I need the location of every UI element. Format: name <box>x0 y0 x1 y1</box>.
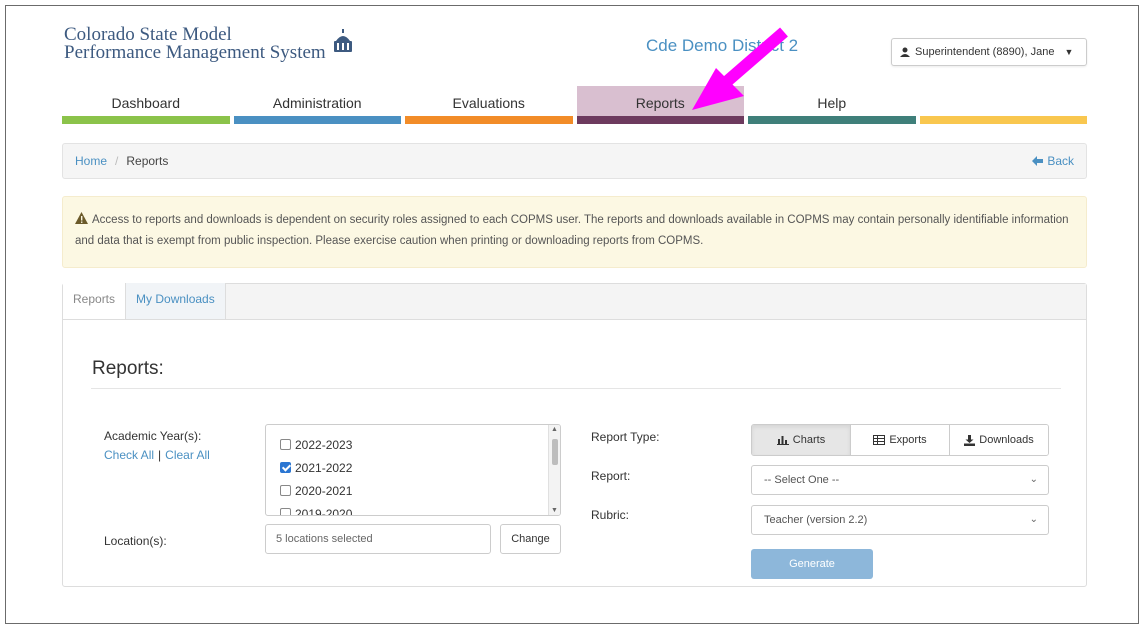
rubric-select[interactable]: Teacher (version 2.2) ⌄ <box>751 505 1049 535</box>
report-select[interactable]: -- Select One -- ⌄ <box>751 465 1049 495</box>
caret-down-icon: ▼ <box>1064 47 1074 57</box>
exports-button[interactable]: Exports <box>851 425 950 455</box>
rubric-select-value: Teacher (version 2.2) <box>764 514 868 526</box>
checkbox[interactable] <box>280 439 291 450</box>
nav-color-bar <box>576 116 744 124</box>
logo-line2: Performance Management System <box>64 42 326 63</box>
report-type-toggle: Charts Exports Downloads <box>751 424 1049 456</box>
table-icon <box>873 435 886 445</box>
back-label: Back <box>1047 154 1074 168</box>
tab-my-downloads[interactable]: My Downloads <box>126 283 226 319</box>
change-location-button[interactable]: Change <box>500 524 561 554</box>
breadcrumb-home-link[interactable]: Home <box>75 154 107 168</box>
divider <box>91 388 1061 389</box>
year-option[interactable]: 2019-2020 <box>280 502 560 516</box>
year-option[interactable]: 2022-2023 <box>280 433 560 456</box>
checkbox[interactable] <box>280 508 291 515</box>
app-frame: Colorado State Model Performance Managem… <box>5 5 1139 624</box>
academic-year-label: Academic Year(s): <box>104 429 202 443</box>
nav-color-bar <box>405 116 573 124</box>
back-link[interactable]: Back <box>1032 154 1074 168</box>
warning-icon <box>75 212 88 224</box>
year-label: 2019-2020 <box>295 506 353 516</box>
nav-administration[interactable]: Administration <box>233 86 401 124</box>
district-name: Cde Demo District 2 <box>646 36 799 55</box>
nav-label: Reports <box>635 95 685 111</box>
capitol-logo-icon <box>334 29 352 52</box>
year-option[interactable]: 2020-2021 <box>280 479 560 502</box>
user-icon <box>900 47 910 57</box>
charts-button[interactable]: Charts <box>752 425 851 455</box>
year-label: 2021-2022 <box>295 460 353 475</box>
nav-label: Dashboard <box>111 95 181 111</box>
nav-label: Evaluations <box>452 95 525 111</box>
nav-dashboard[interactable]: Dashboard <box>62 86 230 124</box>
bar-chart-icon <box>776 436 789 445</box>
breadcrumb: Home / Reports Back <box>62 143 1087 179</box>
pipe-separator: | <box>158 448 162 462</box>
user-menu-dropdown[interactable]: Superintendent (8890), Jane ▼ <box>891 38 1087 66</box>
main-nav: Dashboard Administration Evaluations Rep… <box>62 86 1087 124</box>
nav-extra <box>919 86 1087 124</box>
academic-year-list[interactable]: 2022-2023 2021-2022 2020-2021 2019-2020 … <box>265 424 561 516</box>
warning-text: Access to reports and downloads is depen… <box>75 214 1069 247</box>
checkbox-checked[interactable] <box>280 462 291 473</box>
scroll-thumb[interactable] <box>552 439 558 465</box>
nav-label: Administration <box>272 95 362 111</box>
charts-label: Charts <box>792 434 826 446</box>
location-label: Location(s): <box>104 534 167 548</box>
arrow-left-icon <box>1032 156 1044 166</box>
report-select-value: -- Select One -- <box>764 474 840 486</box>
year-list-scrollbar[interactable]: ▲ ▼ <box>548 425 560 515</box>
year-option[interactable]: 2021-2022 <box>280 456 560 479</box>
year-label: 2020-2021 <box>295 483 353 498</box>
nav-evaluations[interactable]: Evaluations <box>405 86 573 124</box>
scroll-up-icon[interactable]: ▲ <box>551 426 558 433</box>
checkbox[interactable] <box>280 485 291 496</box>
section-title: Reports: <box>92 358 164 379</box>
year-select-links: Check All | Clear All <box>104 448 210 462</box>
report-type-label: Report Type: <box>591 430 660 444</box>
breadcrumb-current: Reports <box>126 154 169 168</box>
header: Colorado State Model Performance Managem… <box>6 6 1138 86</box>
location-input[interactable]: 5 locations selected <box>265 524 491 554</box>
download-icon <box>964 434 976 446</box>
downloads-button[interactable]: Downloads <box>950 425 1048 455</box>
generate-button[interactable]: Generate <box>751 549 873 579</box>
clear-all-link[interactable]: Clear All <box>165 448 210 462</box>
user-name: Superintendent (8890), Jane <box>915 46 1055 58</box>
year-label: 2022-2023 <box>295 437 353 452</box>
exports-label: Exports <box>889 434 927 446</box>
check-all-link[interactable]: Check All <box>104 448 154 462</box>
scroll-down-icon[interactable]: ▼ <box>551 507 558 514</box>
warning-alert: Access to reports and downloads is depen… <box>62 196 1087 268</box>
tab-bar: Reports My Downloads <box>63 283 1086 320</box>
logo-text[interactable]: Colorado State Model Performance Managem… <box>64 25 326 63</box>
nav-color-bar <box>748 116 916 124</box>
nav-help[interactable]: Help <box>748 86 916 124</box>
chevron-down-icon: ⌄ <box>1029 514 1038 525</box>
breadcrumb-separator: / <box>115 154 119 168</box>
tab-reports[interactable]: Reports <box>63 283 127 319</box>
nav-color-bar <box>233 116 401 124</box>
rubric-label: Rubric: <box>591 508 630 522</box>
report-label: Report: <box>591 469 631 483</box>
chevron-down-icon: ⌄ <box>1029 474 1038 485</box>
downloads-label: Downloads <box>979 434 1034 446</box>
nav-color-bar <box>919 116 1087 124</box>
reports-panel: Reports My Downloads Reports: Academic Y… <box>62 283 1087 587</box>
nav-reports[interactable]: Reports <box>576 86 744 124</box>
nav-label: Help <box>817 95 847 111</box>
nav-color-bar <box>62 116 230 124</box>
